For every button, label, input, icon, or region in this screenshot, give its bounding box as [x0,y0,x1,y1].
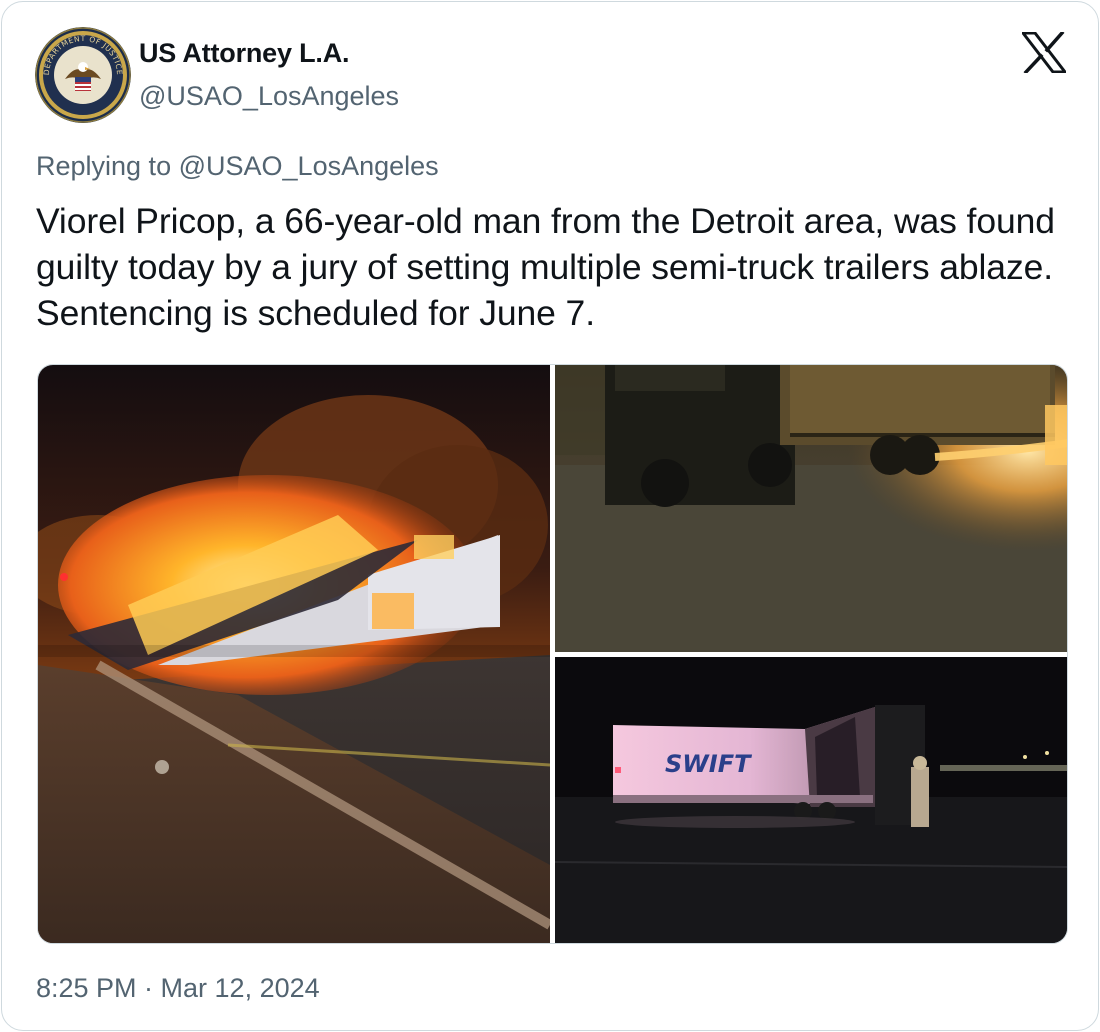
tweet-text: Viorel Pricop, a 66-year-old man from th… [36,201,1055,333]
replying-to-label: Replying to [36,151,172,181]
author-handle[interactable]: @USAO_LosAngeles [139,81,399,112]
replying-to-handle[interactable]: @USAO_LosAngeles [179,151,439,181]
department-of-justice-seal-icon: DEPARTMENT OF JUSTICE [35,27,131,123]
trailer-swift-logo: SWIFT [665,750,752,778]
x-logo-icon[interactable] [1019,30,1069,75]
replying-to-line: Replying to @USAO_LosAngeles [36,151,439,182]
photo-burned-trailer[interactable]: SWIFT [555,657,1067,943]
tweet-card: DEPARTMENT OF JUSTICE US Attorney L.A. @… [1,1,1099,1031]
photo-trailer-on-fire[interactable] [38,365,550,943]
avatar[interactable]: DEPARTMENT OF JUSTICE [35,27,131,123]
author-display-name[interactable]: US Attorney L.A. [139,38,350,69]
photo-semi-truck-fire[interactable] [555,365,1067,652]
tweet-timestamp[interactable]: 8:25 PM · Mar 12, 2024 [36,973,320,1004]
media-grid: SWIFT [37,364,1068,944]
